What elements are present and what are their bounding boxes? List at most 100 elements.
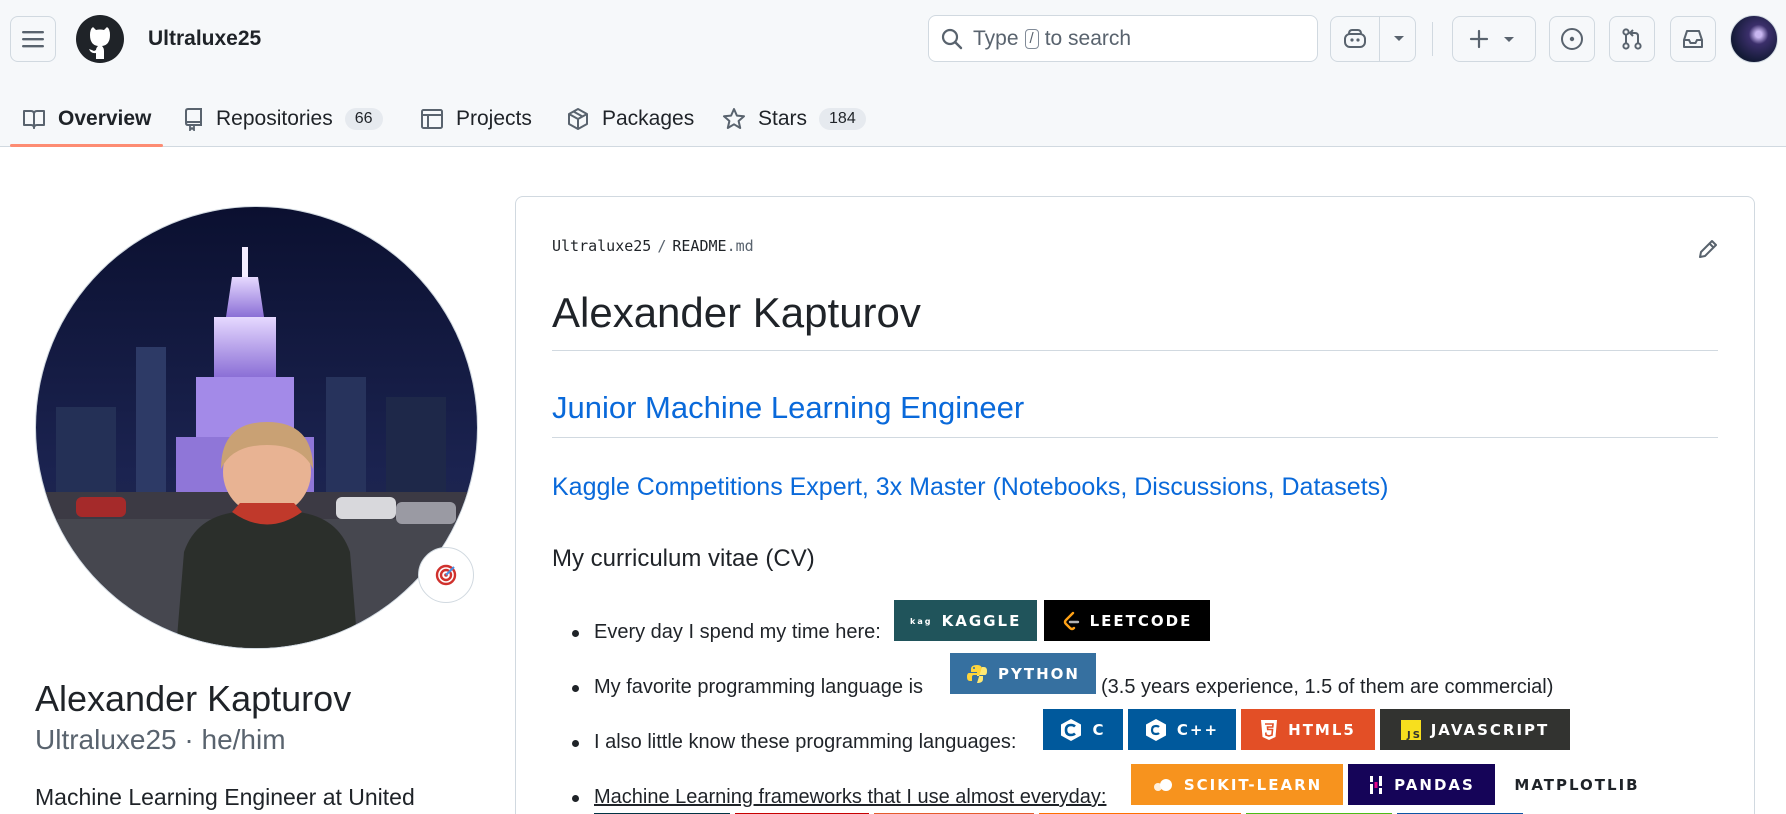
profile-login-pronouns: Ultraluxe25 · he/him bbox=[35, 724, 286, 755]
javascript-badge-label: JAVASCRIPT bbox=[1430, 720, 1550, 739]
python-badge[interactable]: PYTHON bbox=[950, 653, 1096, 694]
kaggle-badge-label: KAGGLE bbox=[941, 611, 1022, 630]
table-icon bbox=[421, 108, 443, 129]
scikit-learn-icon bbox=[1153, 778, 1172, 791]
cpp-icon bbox=[1145, 718, 1166, 741]
copilot-button[interactable] bbox=[1330, 16, 1416, 62]
profile-full-name: Alexander Kapturov bbox=[35, 678, 352, 719]
scikit-learn-badge[interactable]: SCIKIT-LEARN bbox=[1131, 764, 1343, 805]
javascript-badge[interactable]: JS JAVASCRIPT bbox=[1380, 709, 1570, 750]
list-item: Every day I spend my time here: bbox=[572, 621, 881, 643]
repositories-count-badge: 66 bbox=[344, 107, 383, 130]
plus-icon bbox=[1469, 29, 1489, 49]
list-item: My favorite programming language is bbox=[571, 676, 924, 698]
tab-stars[interactable]: Stars 184 bbox=[722, 90, 866, 147]
svg-text:JS: JS bbox=[1406, 730, 1421, 740]
copilot-divider bbox=[1379, 17, 1380, 61]
pandas-icon bbox=[1370, 775, 1383, 794]
readme-path: Ultraluxe25 / README.md bbox=[552, 237, 754, 255]
c-language-icon bbox=[1061, 718, 1082, 741]
top-bar: Ultraluxe25 Type / to search bbox=[0, 0, 1786, 80]
tab-overview[interactable]: Overview bbox=[9, 90, 164, 147]
pandas-badge[interactable]: PANDAS bbox=[1348, 764, 1495, 805]
profile-bio: Machine Learning Engineer at United bbox=[35, 784, 415, 810]
cpp-badge-label: C++ bbox=[1176, 720, 1220, 739]
kaggle-badge[interactable]: kaggle KAGGLE bbox=[894, 600, 1037, 641]
readme-path-file[interactable]: README bbox=[672, 237, 726, 255]
tab-packages[interactable]: Packages bbox=[566, 90, 694, 147]
pull-requests-button[interactable] bbox=[1609, 16, 1655, 62]
app-header: Ultraluxe25 Type / to search Overview Re… bbox=[0, 0, 1786, 147]
c-badge[interactable]: C bbox=[1043, 709, 1123, 750]
readme-kaggle-heading[interactable]: Kaggle Competitions Expert, 3x Master (N… bbox=[552, 473, 1388, 502]
issues-button[interactable] bbox=[1549, 16, 1595, 62]
star-icon bbox=[723, 107, 745, 129]
tab-stars-label: Stars bbox=[758, 106, 808, 130]
profile-photo-image bbox=[36, 207, 477, 648]
path-slash: / bbox=[657, 237, 667, 255]
javascript-icon: JS bbox=[1400, 719, 1421, 740]
search-placeholder-prefix: Type bbox=[973, 26, 1019, 50]
tab-overview-label: Overview bbox=[58, 106, 152, 130]
book-icon bbox=[23, 109, 45, 129]
chevron-down-icon[interactable] bbox=[1389, 27, 1409, 49]
list-item-tail: (3.5 years experience, 1.5 of them are c… bbox=[1101, 676, 1554, 698]
package-icon bbox=[568, 107, 588, 130]
leetcode-badge[interactable]: LEETCODE bbox=[1044, 600, 1210, 641]
repo-icon bbox=[185, 107, 202, 131]
tab-packages-label: Packages bbox=[602, 106, 695, 130]
svg-text:kaggle: kaggle bbox=[910, 617, 932, 626]
profile-avatar[interactable] bbox=[35, 206, 478, 649]
tab-repositories[interactable]: Repositories 66 bbox=[184, 90, 383, 147]
list-item: Machine Learning frameworks that I use a… bbox=[571, 786, 1107, 809]
git-pull-request-icon bbox=[1622, 28, 1642, 50]
toolbar-separator bbox=[1432, 22, 1433, 56]
readme-heading-name: Alexander Kapturov bbox=[552, 289, 921, 336]
readme-path-owner[interactable]: Ultraluxe25 bbox=[552, 237, 651, 255]
owner-name[interactable]: Ultraluxe25 bbox=[148, 27, 261, 51]
search-input[interactable]: Type / to search bbox=[928, 15, 1318, 62]
python-icon bbox=[967, 664, 988, 683]
list-item-text: Machine Learning frameworks that I use a… bbox=[594, 786, 1107, 808]
status-button[interactable] bbox=[418, 547, 474, 603]
readme-cv-heading: My curriculum vitae (CV) bbox=[552, 545, 815, 572]
profile-tabs: Overview Repositories 66 Projects Packag… bbox=[0, 90, 1786, 147]
kaggle-icon: kaggle bbox=[910, 617, 932, 626]
readme-role-heading[interactable]: Junior Machine Learning Engineer bbox=[552, 390, 1024, 426]
inbox-icon bbox=[1683, 30, 1703, 48]
user-avatar-button[interactable] bbox=[1730, 15, 1778, 63]
c-badge-label: C bbox=[1092, 720, 1106, 739]
pandas-badge-label: PANDAS bbox=[1394, 775, 1475, 794]
list-item: I also little know these programming lan… bbox=[571, 731, 1017, 753]
html5-badge[interactable]: HTML5 bbox=[1241, 709, 1375, 750]
html5-badge-label: HTML5 bbox=[1288, 720, 1356, 739]
leetcode-badge-label: LEETCODE bbox=[1089, 611, 1193, 630]
chevron-down-icon bbox=[1504, 37, 1514, 42]
heading-divider bbox=[552, 350, 1718, 351]
menu-button[interactable] bbox=[10, 16, 56, 62]
copilot-icon bbox=[1344, 29, 1366, 48]
create-new-button[interactable] bbox=[1452, 16, 1536, 62]
search-shortcut-key: / bbox=[1024, 28, 1039, 49]
readme-card: Ultraluxe25 / README.md Alexander Kapturov… bbox=[515, 196, 1755, 814]
tab-projects[interactable]: Projects bbox=[420, 90, 532, 147]
edit-readme-button[interactable] bbox=[1694, 235, 1722, 263]
issue-opened-icon bbox=[1561, 28, 1583, 50]
tab-repositories-label: Repositories bbox=[216, 106, 333, 130]
search-placeholder-suffix: to search bbox=[1044, 26, 1132, 50]
readme-path-ext: .md bbox=[726, 237, 754, 255]
scikit-learn-badge-label: SCIKIT-LEARN bbox=[1183, 775, 1323, 794]
html5-icon bbox=[1261, 719, 1278, 740]
stars-count-badge: 184 bbox=[819, 107, 866, 130]
pencil-icon bbox=[1699, 240, 1717, 258]
github-logo-icon[interactable] bbox=[76, 15, 124, 63]
inbox-button[interactable] bbox=[1670, 16, 1716, 62]
python-badge-label: PYTHON bbox=[998, 664, 1080, 683]
matplotlib-badge-label: MATPLOTLIB bbox=[1514, 775, 1640, 794]
matplotlib-badge[interactable]: MATPLOTLIB bbox=[1502, 764, 1652, 805]
leetcode-icon bbox=[1063, 611, 1079, 630]
cpp-badge[interactable]: C++ bbox=[1128, 709, 1236, 750]
hamburger-icon bbox=[22, 31, 44, 48]
tab-projects-label: Projects bbox=[456, 106, 532, 130]
heading-divider bbox=[552, 437, 1718, 438]
